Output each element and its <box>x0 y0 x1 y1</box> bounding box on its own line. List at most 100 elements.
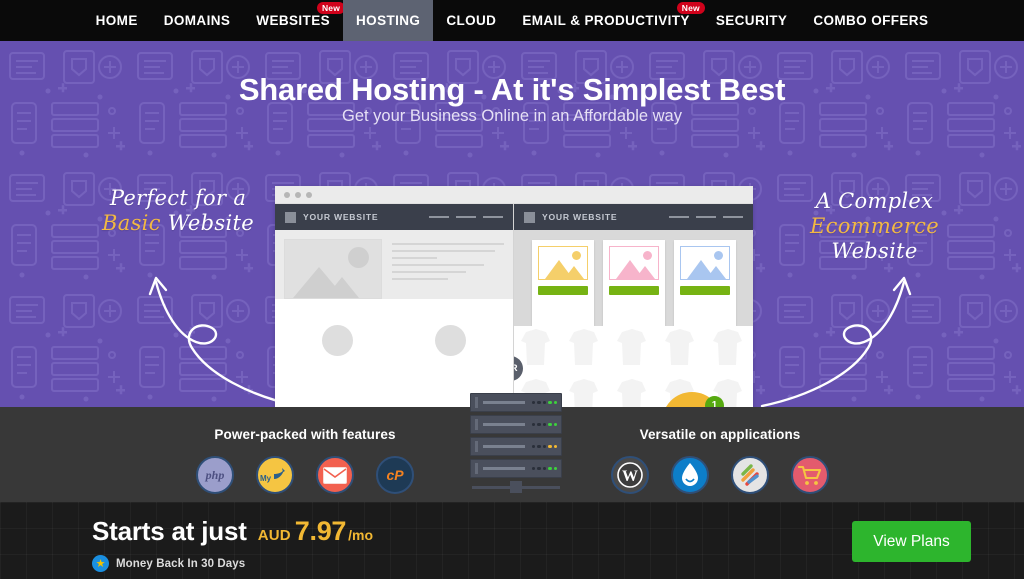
server-unit <box>470 437 562 456</box>
product-card[interactable] <box>673 240 736 326</box>
wordpress-glyph: W <box>617 462 643 488</box>
nav-label: CLOUD <box>446 13 497 28</box>
nav-item-websites[interactable]: WEBSITES New <box>243 0 346 41</box>
sun-shape <box>571 251 581 260</box>
sun-shape <box>348 247 369 268</box>
page-subtitle: Get your Business Online in an Affordabl… <box>342 107 682 125</box>
star-icon: ★ <box>92 555 109 572</box>
text-placeholder-lines <box>392 239 504 299</box>
envelope-glyph <box>323 466 347 484</box>
features-icons-row: W <box>570 456 870 494</box>
page-title: Shared Hosting - At it's Simplest Best <box>238 72 786 107</box>
window-dot-close-icon <box>284 191 290 198</box>
window-dot-minimize-icon <box>295 191 301 198</box>
nav-item-security[interactable]: SECURITY <box>703 0 800 41</box>
cpanel-icon[interactable]: cP <box>376 456 414 494</box>
site-name-label: YOUR WEBSITE <box>303 212 379 222</box>
currency-label: AUD <box>257 527 291 544</box>
nav-label: COMBO OFFERS <box>813 13 929 28</box>
callout-basic-website: Perfect for a Basic Website <box>98 186 258 236</box>
callout-line-2: Website <box>167 210 254 235</box>
product-buy-button[interactable] <box>537 286 588 295</box>
product-image-icon <box>679 246 730 280</box>
nav-label: SECURITY <box>715 13 788 28</box>
guarantee-label: Money Back In 30 Days <box>116 557 246 570</box>
callout-accent: Basic <box>102 210 161 235</box>
content-block <box>289 325 386 367</box>
price-prefix-label: Starts at just <box>92 516 247 546</box>
nav-line-icon <box>723 215 743 219</box>
sun-shape <box>642 251 652 260</box>
nav-label: WEBSITES <box>256 13 331 28</box>
nav-line-icon <box>429 215 449 219</box>
price-amount: 7.97 <box>294 516 347 546</box>
svg-text:My: My <box>260 474 272 483</box>
mockup-site-header-right: YOUR WEBSITE <box>514 204 753 230</box>
site-logo-icon <box>285 211 296 223</box>
pricing-info: Starts at just AUD 7.97 /mo ★ Money Back… <box>92 516 373 572</box>
product-buy-button[interactable] <box>608 286 659 295</box>
product-image-icon <box>537 246 588 280</box>
sun-shape <box>713 251 723 260</box>
dolphin-glyph: My <box>260 468 285 483</box>
nav-line-icon <box>483 215 503 219</box>
joomla-glyph <box>741 464 759 486</box>
php-icon[interactable]: php <box>196 456 234 494</box>
new-badge: New <box>676 2 705 14</box>
nav-item-email-productivity[interactable]: EMAIL & PRODUCTIVITY New <box>509 0 705 41</box>
server-unit <box>470 415 562 434</box>
product-buy-button[interactable] <box>679 286 730 295</box>
browser-body: YOUR WEBSITE YOUR WEBSITE 1 R <box>275 204 753 407</box>
price-line: Starts at just AUD 7.97 /mo <box>92 516 373 547</box>
mockup-site-header-left: YOUR WEBSITE <box>275 204 513 230</box>
nav-line-icon <box>456 215 476 219</box>
nav-label: HOSTING <box>356 13 421 28</box>
product-card-grid <box>514 230 753 326</box>
features-group-applications: Versatile on applications W <box>570 427 870 494</box>
server-unit <box>470 393 562 412</box>
price-period: /mo <box>348 527 374 543</box>
wordpress-icon[interactable]: W <box>611 456 649 494</box>
nav-line-icon <box>669 215 689 219</box>
content-block <box>402 325 499 367</box>
product-image-icon <box>608 246 659 280</box>
nav-item-home[interactable]: HOME <box>83 0 151 41</box>
money-back-guarantee: ★ Money Back In 30 Days <box>92 555 373 572</box>
site-nav-placeholder <box>429 215 503 219</box>
callout-accent: Ecommerce <box>810 213 939 238</box>
ecommerce-cart-icon[interactable] <box>791 456 829 494</box>
nav-item-cloud[interactable]: CLOUD <box>433 0 509 41</box>
features-group-hosting: Power-packed with features php My cP <box>155 427 455 494</box>
email-icon[interactable] <box>316 456 354 494</box>
product-card[interactable] <box>531 240 594 326</box>
joomla-icon[interactable] <box>731 456 769 494</box>
callout-line-1: Perfect for a <box>109 186 247 210</box>
view-plans-button[interactable]: View Plans <box>852 521 971 562</box>
site-logo-icon <box>524 211 535 223</box>
site-name-label: YOUR WEBSITE <box>542 212 618 222</box>
drupal-icon[interactable] <box>671 456 709 494</box>
callout-line-1: A Complex <box>815 189 934 213</box>
nav-item-hosting[interactable]: HOSTING <box>343 0 434 41</box>
nav-label: EMAIL & PRODUCTIVITY <box>522 13 690 28</box>
page-root: HOME DOMAINS WEBSITES New HOSTING CLOUD … <box>0 0 1024 579</box>
nav-label: HOME <box>95 13 138 28</box>
nav-item-domains[interactable]: DOMAINS <box>151 0 244 41</box>
mockup-hero-block <box>275 230 513 299</box>
nav-label: DOMAINS <box>163 13 231 28</box>
features-icons-row: php My cP <box>155 456 455 494</box>
drupal-droplet-glyph <box>682 463 698 486</box>
main-navigation: HOME DOMAINS WEBSITES New HOSTING CLOUD … <box>0 0 1024 41</box>
avatar-placeholder-icon <box>435 325 466 356</box>
callout-line-2: Website <box>831 238 918 263</box>
site-nav-placeholder <box>669 215 743 219</box>
mysql-icon[interactable]: My <box>256 456 294 494</box>
mountain-shape <box>325 277 359 298</box>
window-dot-maximize-icon <box>306 191 312 198</box>
nav-line-icon <box>696 215 716 219</box>
browser-mockup: YOUR WEBSITE YOUR WEBSITE 1 R <box>275 186 753 407</box>
product-card[interactable] <box>602 240 665 326</box>
nav-item-combo-offers[interactable]: COMBO OFFERS <box>800 0 941 41</box>
callout-ecommerce-website: A Complex Ecommerce Website <box>772 189 977 263</box>
hero-section: Shared Hosting - At it's Simplest Best G… <box>0 41 1024 407</box>
